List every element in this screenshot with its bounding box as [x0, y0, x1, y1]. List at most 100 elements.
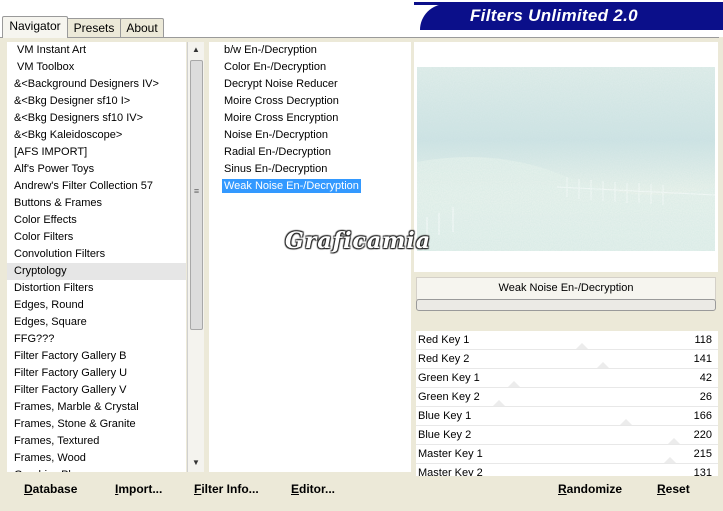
category-item[interactable]: VM Toolbox: [7, 59, 186, 76]
filter-item-label: Color En-/Decryption: [224, 61, 327, 73]
randomize-label: andomize: [566, 482, 623, 496]
scroll-thumb[interactable]: ≡: [190, 60, 203, 330]
category-scrollbar[interactable]: ▲ ≡ ▼: [187, 42, 204, 472]
filter-item-label: Moire Cross Encryption: [224, 112, 339, 124]
randomize-mnemonic: R: [558, 482, 567, 496]
category-item[interactable]: Frames, Textured: [7, 433, 186, 450]
filter-item[interactable]: b/w En-/Decryption: [209, 42, 411, 59]
randomize-button[interactable]: Randomize: [558, 481, 622, 497]
category-item[interactable]: Frames, Wood: [7, 450, 186, 467]
category-item[interactable]: Filter Factory Gallery B: [7, 348, 186, 365]
slider-label: Blue Key 2: [418, 429, 472, 441]
slider-thumb[interactable]: [507, 381, 520, 387]
category-item[interactable]: FFG???: [7, 331, 186, 348]
slider-value: 215: [693, 448, 712, 460]
category-item[interactable]: Frames, Stone & Granite: [7, 416, 186, 433]
filter-item[interactable]: Radial En-/Decryption: [209, 144, 411, 161]
slider-label: Red Key 2: [418, 353, 470, 365]
filter-list[interactable]: b/w En-/Decryption Color En-/Decryption De…: [209, 42, 411, 472]
filter-item-label: b/w En-/Decryption: [224, 44, 317, 56]
category-item[interactable]: VM Instant Art: [7, 42, 186, 59]
scroll-up-icon[interactable]: ▲: [188, 43, 204, 57]
filter-item-label: Decrypt Noise Reducer: [224, 78, 338, 90]
slider-value: 118: [694, 334, 712, 346]
category-item[interactable]: Buttons & Frames: [7, 195, 186, 212]
database-label: atabase: [32, 482, 78, 496]
category-item[interactable]: &<Bkg Designers sf10 IV>: [7, 110, 186, 127]
slider-thumb[interactable]: [619, 419, 632, 425]
database-button[interactable]: Database: [24, 481, 77, 497]
slider-row[interactable]: Green Key 1 42: [416, 369, 718, 388]
preview-image: [417, 67, 715, 251]
category-item[interactable]: &<Bkg Designer sf10 I>: [7, 93, 186, 110]
slider-label: Green Key 2: [418, 391, 480, 403]
slider-value: 166: [693, 410, 712, 422]
filter-item-label: Sinus En-/Decryption: [224, 163, 328, 175]
slider-row[interactable]: Red Key 1 118: [416, 331, 718, 350]
slider-thumb[interactable]: [576, 343, 589, 349]
category-item[interactable]: Filter Factory Gallery U: [7, 365, 186, 382]
filter-item[interactable]: Weak Noise En-/Decryption: [209, 178, 411, 195]
category-item[interactable]: Frames, Marble & Crystal: [7, 399, 186, 416]
category-item[interactable]: [AFS IMPORT]: [7, 144, 186, 161]
preview-picture: [417, 67, 715, 251]
import-label: mport...: [118, 482, 163, 496]
category-item[interactable]: Alf's Power Toys: [7, 161, 186, 178]
category-item[interactable]: Cryptology: [7, 263, 186, 280]
app-title: Filters Unlimited 2.0: [470, 6, 638, 25]
scroll-down-icon[interactable]: ▼: [188, 456, 204, 470]
category-item[interactable]: Convolution Filters: [7, 246, 186, 263]
slider-row[interactable]: Red Key 2 141: [416, 350, 718, 369]
category-item[interactable]: &<Background Designers IV>: [7, 76, 186, 93]
tab-navigator[interactable]: Navigator: [2, 16, 68, 38]
category-item[interactable]: Graphics Plus: [7, 467, 186, 472]
slider-thumb[interactable]: [493, 400, 506, 406]
filter-item[interactable]: Moire Cross Decryption: [209, 93, 411, 110]
category-item[interactable]: Color Effects: [7, 212, 186, 229]
filter-item[interactable]: Color En-/Decryption: [209, 59, 411, 76]
import-button[interactable]: Import...: [115, 481, 162, 497]
slider-row[interactable]: Blue Key 1 166: [416, 407, 718, 426]
editor-mnemonic: E: [291, 482, 300, 496]
category-item[interactable]: Edges, Round: [7, 297, 186, 314]
reset-button[interactable]: Reset: [657, 481, 690, 497]
category-item[interactable]: Color Filters: [7, 229, 186, 246]
selected-filter-name: Weak Noise En-/Decryption: [416, 277, 716, 300]
slider-value: 42: [699, 372, 712, 384]
slider-thumb[interactable]: [668, 438, 681, 444]
frame-edge: [719, 37, 723, 510]
category-item[interactable]: Filter Factory Gallery V: [7, 382, 186, 399]
filter-item-label: Noise En-/Decryption: [224, 129, 328, 141]
filter-item[interactable]: Moire Cross Encryption: [209, 110, 411, 127]
slider-label: Green Key 1: [418, 372, 480, 384]
reset-mnemonic: R: [657, 482, 666, 496]
slider-thumb[interactable]: [663, 457, 676, 463]
tab-presets[interactable]: Presets: [66, 18, 122, 37]
category-item[interactable]: Distortion Filters: [7, 280, 186, 297]
filter-item[interactable]: Noise En-/Decryption: [209, 127, 411, 144]
category-item[interactable]: Edges, Square: [7, 314, 186, 331]
database-mnemonic: D: [24, 482, 33, 496]
filter-info-button[interactable]: Filter Info...: [194, 481, 259, 497]
slider-thumb[interactable]: [597, 362, 610, 368]
slider-row[interactable]: Green Key 2 26: [416, 388, 718, 407]
slider-panel: Red Key 1 118 Red Key 2 141 Green Key 1 42 Gre…: [416, 331, 718, 483]
category-item[interactable]: &<Bkg Kaleidoscope>: [7, 127, 186, 144]
slider-row[interactable]: Blue Key 2 220: [416, 426, 718, 445]
category-item[interactable]: Andrew's Filter Collection 57: [7, 178, 186, 195]
slider-label: Blue Key 1: [418, 410, 472, 422]
filter-item[interactable]: Decrypt Noise Reducer: [209, 76, 411, 93]
slider-label: Red Key 1: [418, 334, 470, 346]
slider-value: 220: [693, 429, 712, 441]
slider-value: 141: [693, 353, 712, 365]
slider-row[interactable]: Master Key 1 215: [416, 445, 718, 464]
filter-info-label: ilter Info...: [201, 482, 259, 496]
grip-icon: ≡: [193, 186, 200, 196]
tab-about[interactable]: About: [120, 18, 164, 37]
editor-label: ditor...: [299, 482, 336, 496]
category-list[interactable]: VM Instant Art VM Toolbox &<Background Des…: [7, 42, 186, 472]
filter-item-label: Radial En-/Decryption: [224, 146, 331, 158]
editor-button[interactable]: Editor...: [291, 481, 335, 497]
filter-item[interactable]: Sinus En-/Decryption: [209, 161, 411, 178]
reset-label: eset: [665, 482, 690, 496]
